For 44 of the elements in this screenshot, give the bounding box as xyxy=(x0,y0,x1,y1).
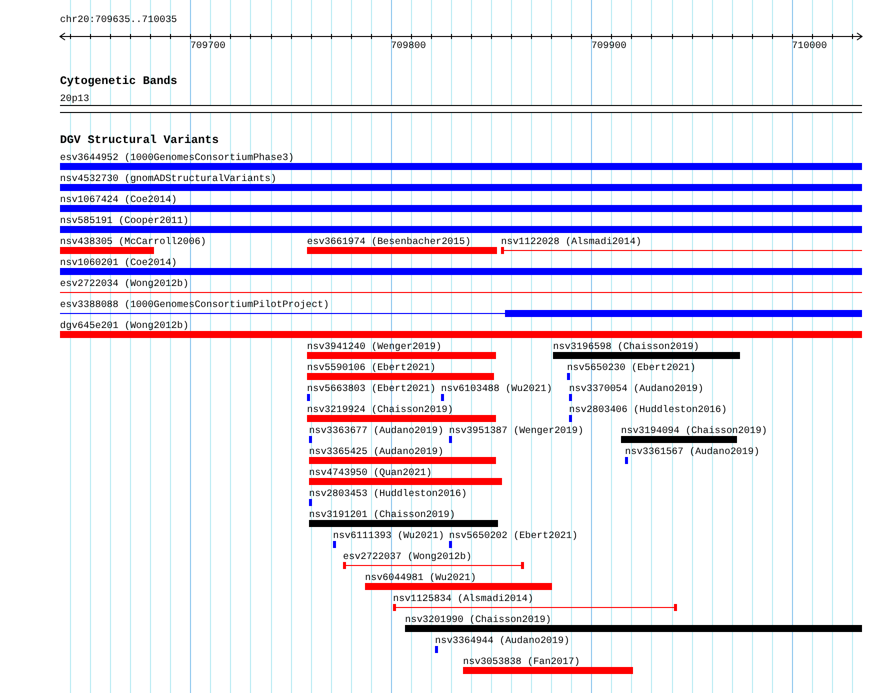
variant-label: nsv6044981 (Wu2021) xyxy=(365,572,476,583)
variant-label: nsv6111393 (Wu2021) xyxy=(333,530,444,541)
variant-label: nsv3053838 (Fan2017) xyxy=(463,656,580,667)
variant-label: nsv1067424 (Coe2014) xyxy=(60,194,178,205)
variant-label: nsv5663803 (Ebert2021) xyxy=(307,383,436,394)
variant-label: nsv5590106 (Ebert2021) xyxy=(307,362,436,373)
tick-label: 709900 xyxy=(591,40,626,51)
variant-label: nsv3219924 (Chaisson2019) xyxy=(307,404,454,415)
variant-label: nsv585191 (Cooper2011) xyxy=(60,215,189,226)
variant-label: nsv1060201 (Coe2014) xyxy=(60,257,178,268)
variant-label: nsv2803406 (Huddleston2016) xyxy=(569,404,727,415)
variant-label: nsv3201990 (Chaisson2019) xyxy=(405,614,552,625)
variant-label: nsv4532730 (gnomADStructuralVariants) xyxy=(60,173,276,184)
variant-label: nsv3365425 (Audano2019) xyxy=(309,446,444,457)
variant-label: nsv1122028 (Alsmadi2014) xyxy=(501,236,642,247)
variant-label: nsv6103488 (Wu2021) xyxy=(441,383,552,394)
variant-label: nsv3951387 (Wenger2019) xyxy=(449,425,584,436)
variant-label: esv3661974 (Besenbacher2015) xyxy=(307,236,471,247)
variant-label: nsv2803453 (Huddleston2016) xyxy=(309,488,467,499)
variant-label: dgv645e201 (Wong2012b) xyxy=(60,320,189,331)
tick-label: 710000 xyxy=(792,40,827,51)
variant-label: nsv3364944 (Audano2019) xyxy=(435,635,570,646)
variant-label: esv2722037 (Wong2012b) xyxy=(343,551,472,562)
position-label: chr20:709635..710035 xyxy=(60,13,178,25)
variant-label: nsv3941240 (Wenger2019) xyxy=(307,341,442,352)
variant-label: nsv3191201 (Chaisson2019) xyxy=(309,509,456,520)
track-title: DGV Structural Variants xyxy=(60,135,219,147)
variant-label: nsv3194094 (Chaisson2019) xyxy=(621,425,768,436)
tick-label: 709800 xyxy=(390,40,426,51)
variant-label: nsv4743950 (Quan2021) xyxy=(309,467,432,478)
variant-label: nsv3361567 (Audano2019) xyxy=(625,446,760,457)
variant-label: nsv438305 (McCarroll2006) xyxy=(60,236,206,247)
band-label: 20p13 xyxy=(60,93,90,104)
variant-label: nsv3370054 (Audano2019) xyxy=(569,383,704,394)
variant-label: esv2722034 (Wong2012b) xyxy=(60,278,189,289)
variant-label: esv3388088 (1000GenomesConsortiumPilotProject) xyxy=(60,299,330,310)
track-title: Cytogenetic Bands xyxy=(60,76,178,88)
tick-label: 709700 xyxy=(190,40,226,51)
variant-label: nsv5650202 (Ebert2021) xyxy=(449,530,578,541)
variant-label: esv3644952 (1000GenomesConsortiumPhase3) xyxy=(60,152,294,163)
variant-label: nsv5650230 (Ebert2021) xyxy=(567,362,696,373)
variant-label: nsv1125834 (Alsmadi2014) xyxy=(393,593,534,604)
variant-label: nsv3196598 (Chaisson2019) xyxy=(553,341,700,352)
variant-label: nsv3363677 (Audano2019) xyxy=(309,425,444,436)
